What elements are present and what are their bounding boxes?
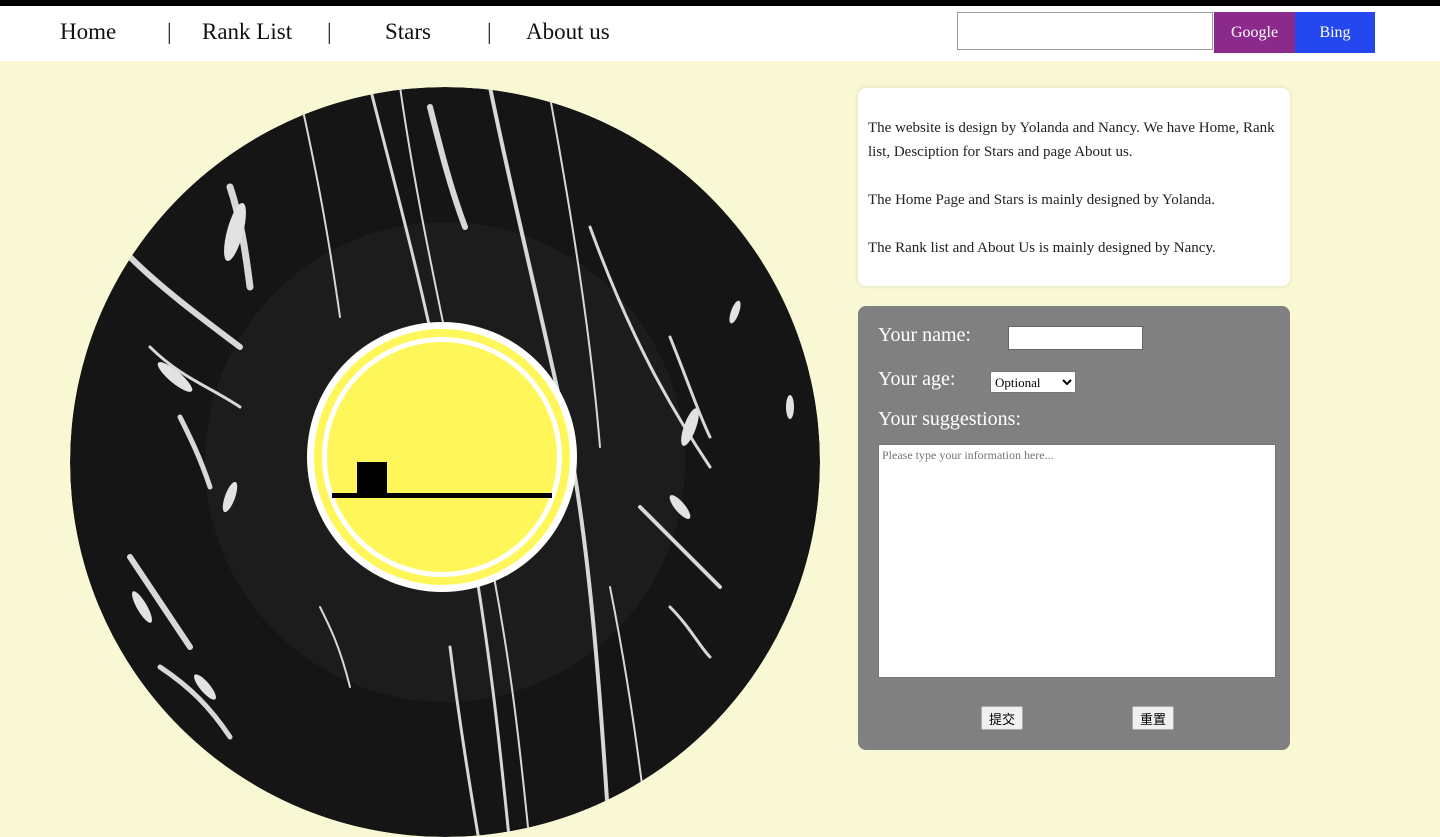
name-field[interactable] [1008,326,1143,350]
name-label: Your name: [878,324,971,346]
suggestions-textarea[interactable] [878,444,1276,678]
age-label: Your age: [878,368,956,390]
info-paragraph: The Rank list and About Us is mainly des… [868,240,1216,256]
reset-button[interactable]: 重置 [1132,706,1174,730]
vinyl-record-image [70,87,820,837]
nav-separator: | [327,19,332,44]
info-paragraph: The website is design by Yolanda and Nan… [868,120,1275,160]
nav-home[interactable]: Home [60,19,116,45]
age-select[interactable]: Optional [990,371,1076,393]
nav-separator: | [487,19,492,44]
bing-search-button[interactable]: Bing [1295,12,1375,53]
nav-about-us[interactable]: About us [526,19,610,45]
info-paragraph: The Home Page and Stars is mainly design… [868,192,1216,208]
submit-button[interactable]: 提交 [981,706,1023,730]
nav-rank-list[interactable]: Rank List [202,19,292,45]
nav-stars[interactable]: Stars [385,19,431,45]
google-search-button[interactable]: Google [1214,12,1295,53]
navbar: Home | Rank List | Stars | About us Goog… [0,6,1440,61]
search-input[interactable] [957,12,1213,50]
nav-separator: | [167,19,172,44]
about-info-card: The website is design by Yolanda and Nan… [858,88,1290,286]
suggestion-form: Your name: Your age: Optional Your sugge… [858,306,1290,750]
suggestions-label: Your suggestions: [878,408,1021,430]
